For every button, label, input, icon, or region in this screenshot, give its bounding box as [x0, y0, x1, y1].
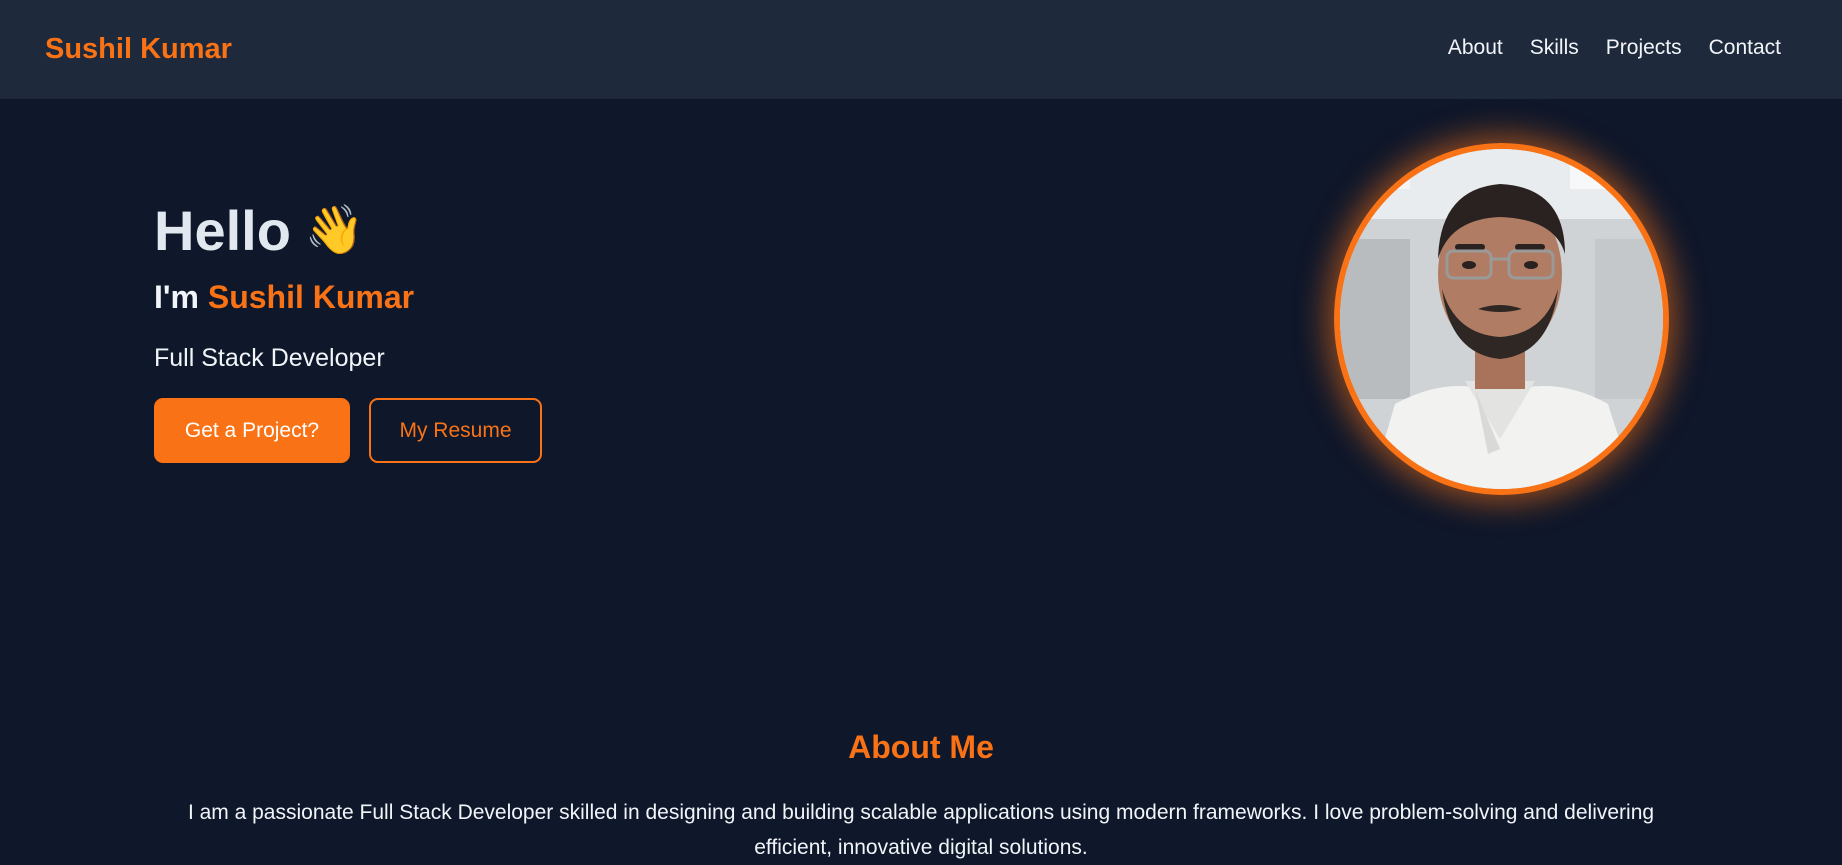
- nav-link-contact[interactable]: Contact: [1709, 34, 1781, 62]
- waving-hand-icon: 👋: [304, 204, 365, 257]
- nav-link-skills[interactable]: Skills: [1530, 34, 1579, 62]
- intro-prefix: I'm: [154, 279, 199, 315]
- resume-button[interactable]: My Resume: [369, 398, 542, 463]
- hero-intro: I'm Sushil Kumar: [154, 277, 414, 317]
- brand-logo-link[interactable]: Sushil Kumar: [45, 31, 232, 67]
- nav-link-projects[interactable]: Projects: [1606, 34, 1682, 62]
- about-title: About Me: [848, 728, 994, 765]
- hero-section: Hello 👋 I'm Sushil Kumar Full Stack Devel…: [0, 99, 1842, 659]
- nav-link-about[interactable]: About: [1448, 34, 1503, 62]
- hero-name: Sushil Kumar: [207, 279, 415, 315]
- greeting-text: Hello: [154, 199, 291, 262]
- get-project-button[interactable]: Get a Project?: [154, 398, 350, 463]
- profile-photo: [1334, 143, 1669, 495]
- about-text: I am a passionate Full Stack Developer s…: [187, 801, 1655, 859]
- profile-photo-illustration: [1340, 149, 1663, 489]
- hero-greeting: Hello 👋: [154, 199, 365, 263]
- nav-links: About Skills Projects Contact: [1448, 34, 1781, 62]
- navbar: Sushil Kumar About Skills Projects Conta…: [0, 0, 1842, 99]
- hero-role: Full Stack Developer: [154, 344, 385, 372]
